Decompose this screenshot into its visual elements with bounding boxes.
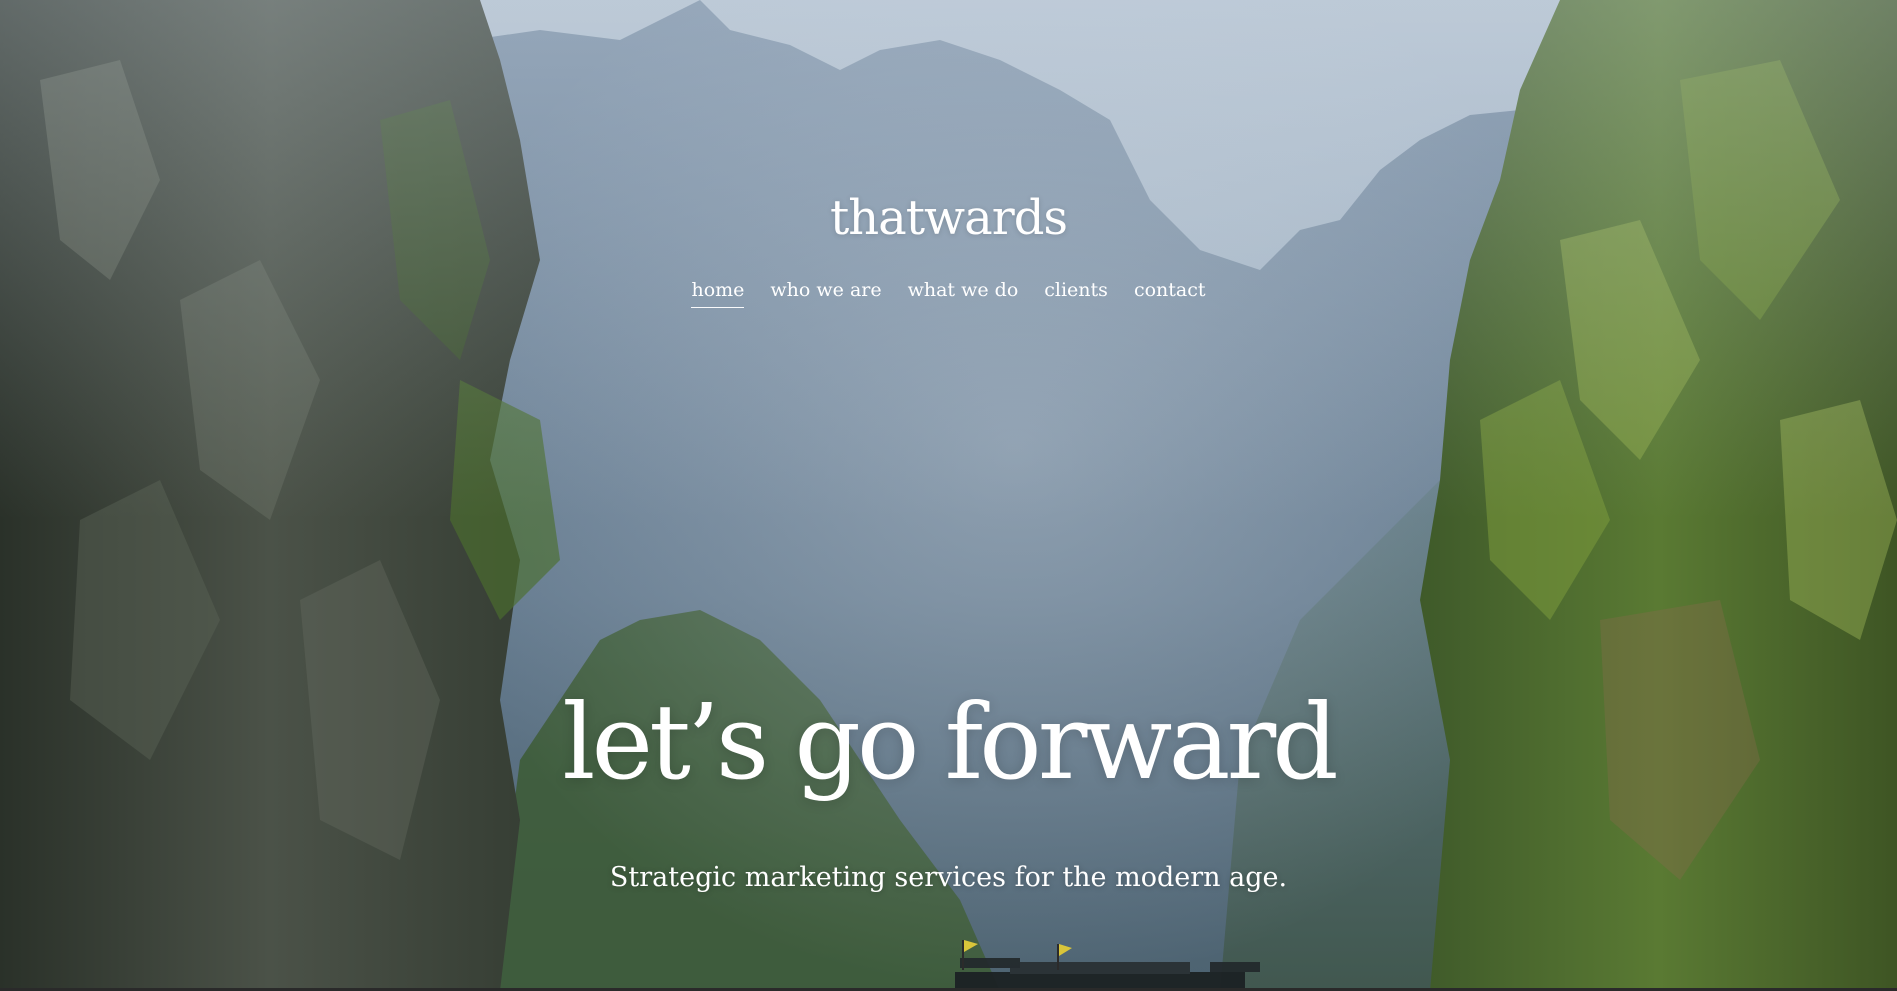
brand-logo[interactable]: thatwards xyxy=(0,190,1897,246)
nav-item-contact[interactable]: contact xyxy=(1134,279,1206,308)
nav-item-who-we-are[interactable]: who we are xyxy=(770,279,881,308)
main-nav: home who we are what we do clients conta… xyxy=(0,279,1897,308)
hero-background-image xyxy=(0,0,1897,991)
hero-subheadline: Strategic marketing services for the mod… xyxy=(609,862,1288,893)
nav-item-what-we-do[interactable]: what we do xyxy=(908,279,1019,308)
nav-item-home[interactable]: home xyxy=(691,279,745,308)
boat-silhouette xyxy=(955,958,1260,988)
nav-item-clients[interactable]: clients xyxy=(1044,279,1108,308)
hero-headline: let’s go forward xyxy=(562,681,1338,803)
hero-section: thatwards home who we are what we do cli… xyxy=(0,0,1897,991)
